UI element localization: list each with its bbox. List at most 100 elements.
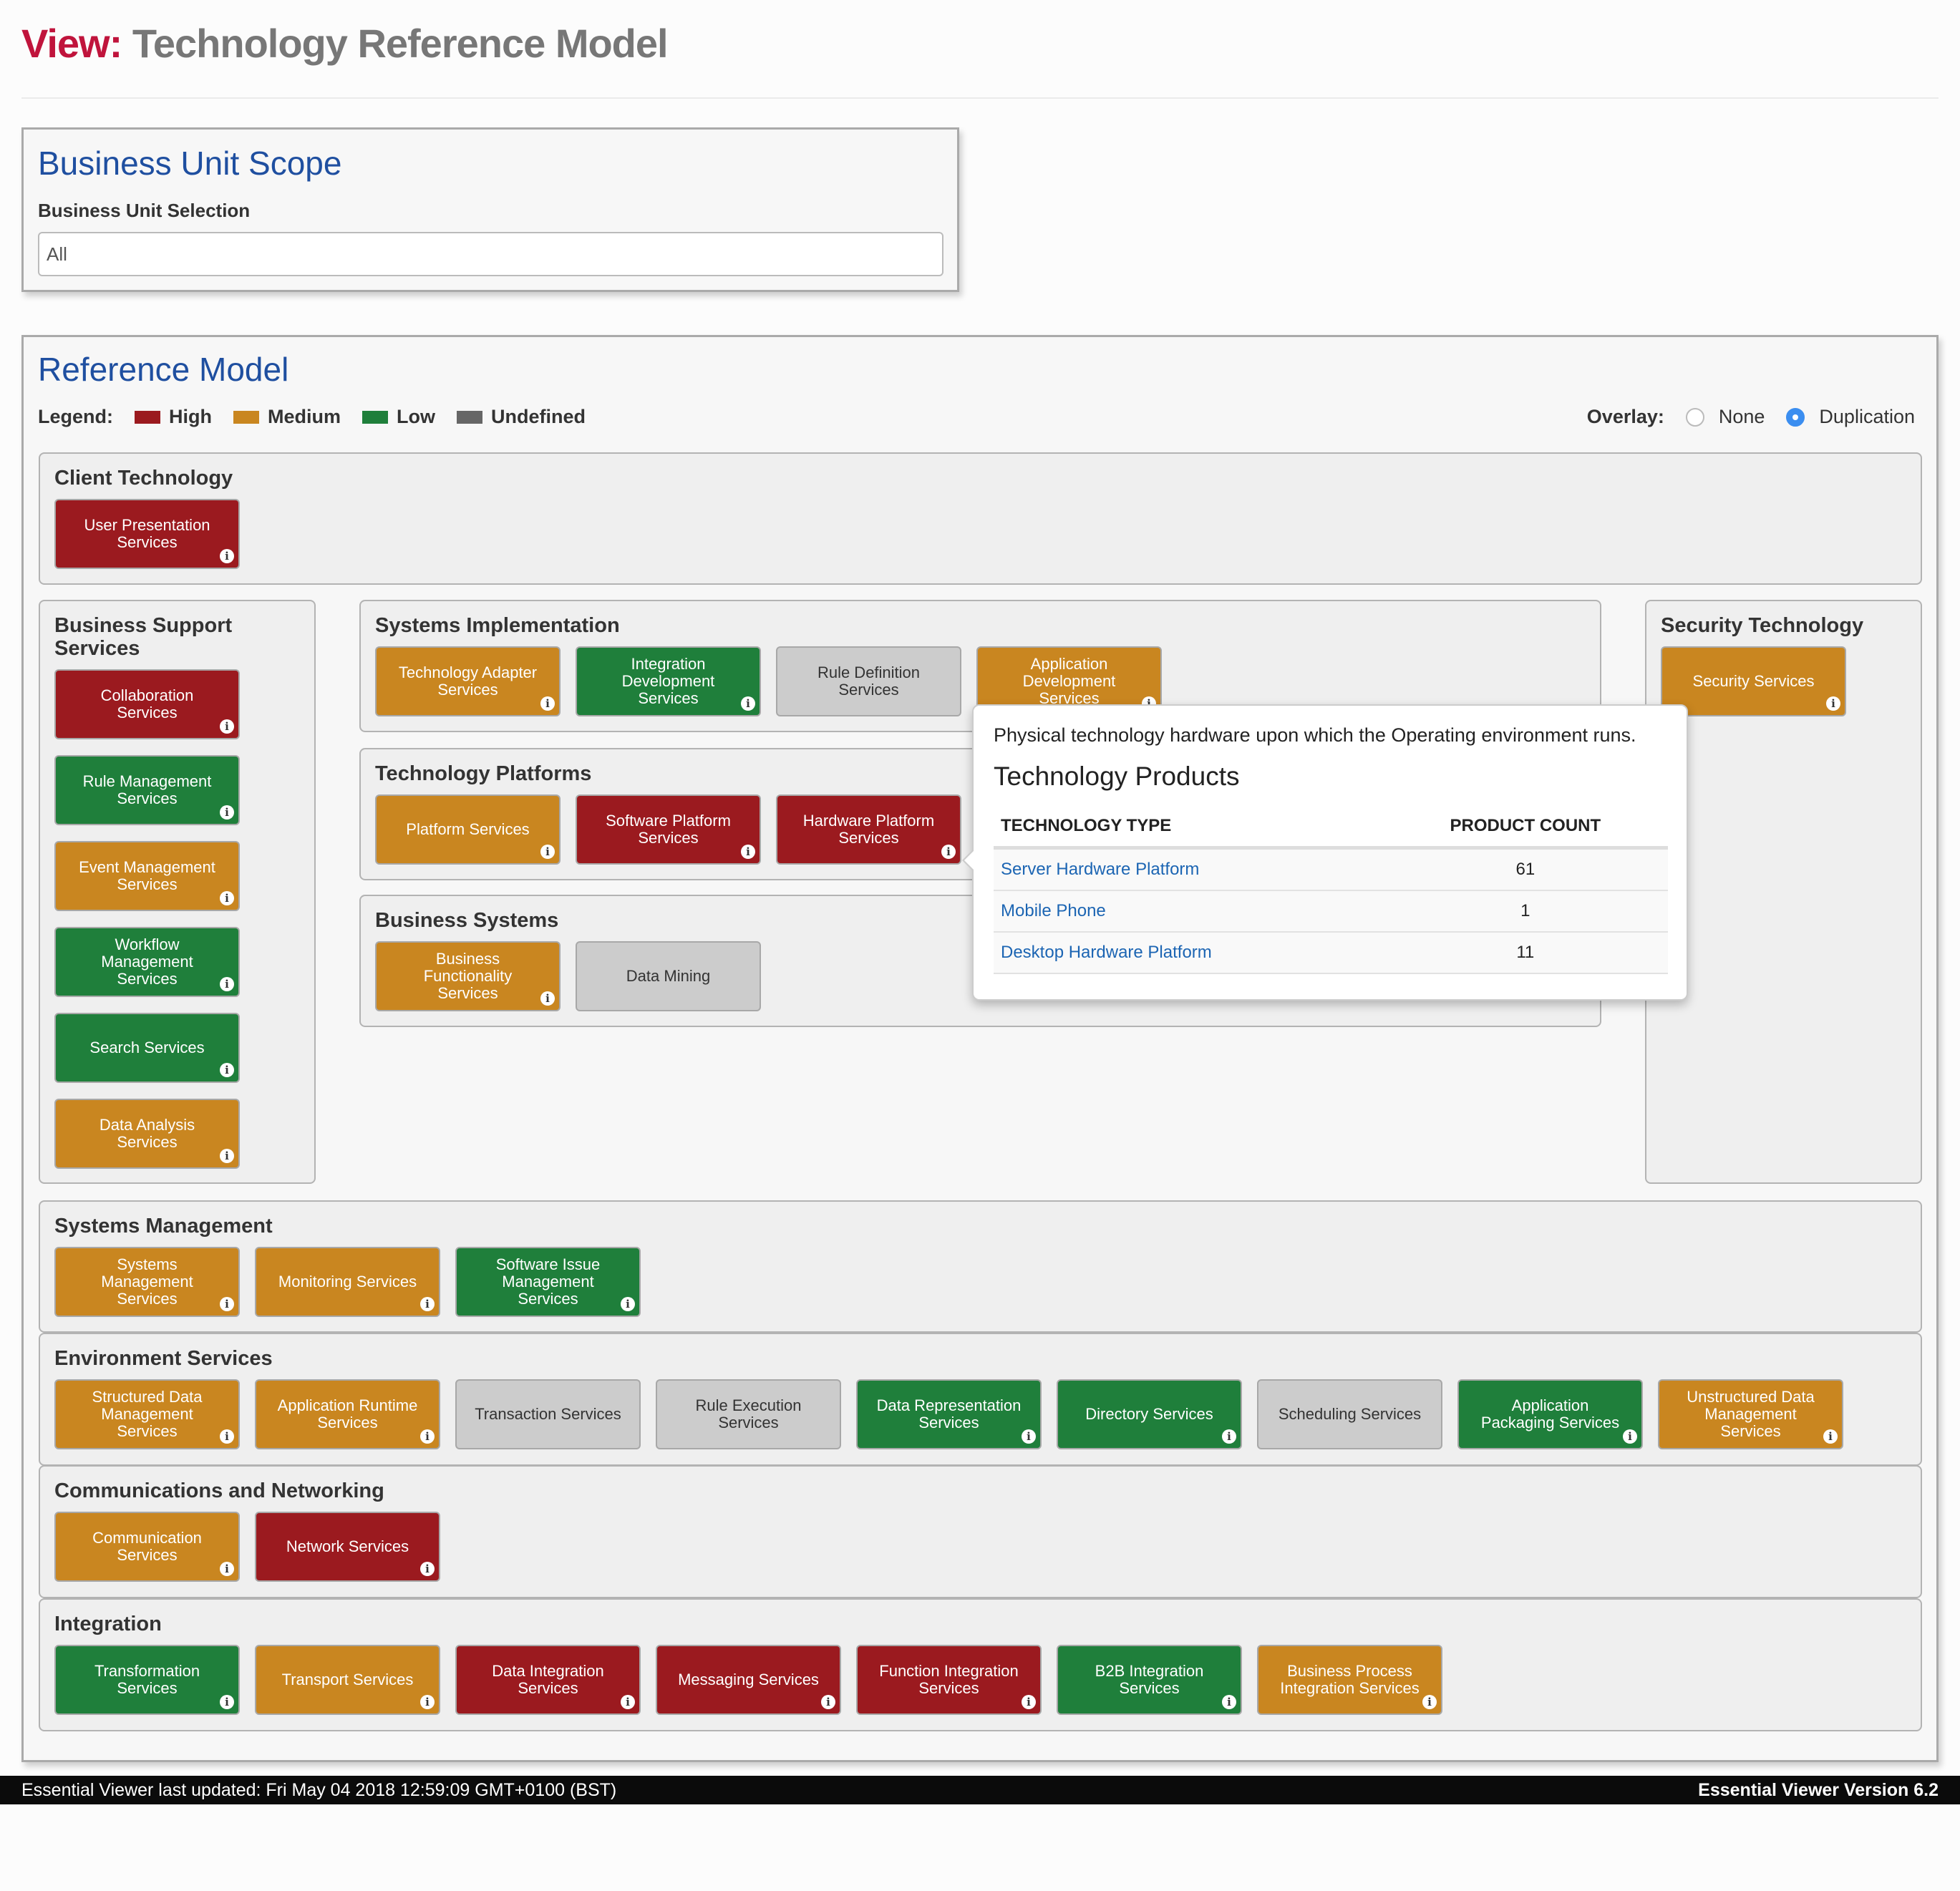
- service-tile[interactable]: Messaging Services i: [656, 1645, 841, 1715]
- info-circle-icon[interactable]: i: [220, 977, 234, 991]
- info-circle-icon[interactable]: i: [420, 1429, 435, 1444]
- service-tile[interactable]: Application Runtime Services i: [255, 1379, 440, 1449]
- service-tile[interactable]: Platform Services i: [375, 794, 561, 865]
- info-circle-icon[interactable]: i: [1022, 1429, 1036, 1444]
- technology-type-link[interactable]: Server Hardware Platform: [1001, 860, 1199, 879]
- info-circle-icon[interactable]: i: [1623, 1429, 1637, 1444]
- info-circle-icon[interactable]: i: [1826, 696, 1840, 711]
- technology-type-link[interactable]: Desktop Hardware Platform: [1001, 943, 1212, 962]
- service-tile-label: User Presentation Services: [84, 516, 210, 551]
- service-tile[interactable]: Search Services i: [54, 1013, 240, 1083]
- service-tile[interactable]: Software Issue Management Services i: [455, 1247, 641, 1317]
- service-tile[interactable]: Integration Development Services i: [576, 646, 761, 716]
- info-circle-icon[interactable]: i: [1823, 1429, 1838, 1444]
- service-tile[interactable]: Transformation Services i: [54, 1645, 240, 1715]
- service-tile[interactable]: Collaboration Services i: [54, 669, 240, 739]
- info-circle-icon[interactable]: i: [741, 845, 755, 859]
- info-circle-icon[interactable]: i: [540, 845, 555, 859]
- info-circle-icon[interactable]: i: [420, 1562, 435, 1576]
- service-tile[interactable]: Transaction Services: [455, 1379, 641, 1449]
- info-circle-icon[interactable]: i: [220, 1297, 234, 1311]
- service-tile[interactable]: Scheduling Services: [1257, 1379, 1442, 1449]
- info-circle-icon[interactable]: i: [220, 1149, 234, 1163]
- info-circle-icon[interactable]: i: [220, 1063, 234, 1077]
- info-circle-icon[interactable]: i: [941, 845, 956, 859]
- service-tile[interactable]: User Presentation Services i: [54, 499, 240, 569]
- service-tile[interactable]: Software Platform Services i: [576, 794, 761, 865]
- info-circle-icon[interactable]: i: [1022, 1695, 1036, 1709]
- business-unit-select[interactable]: All: [38, 232, 943, 276]
- info-circle-icon[interactable]: i: [540, 696, 555, 711]
- info-circle-icon[interactable]: i: [220, 1562, 234, 1576]
- service-tile[interactable]: Rule Execution Services: [656, 1379, 841, 1449]
- panel-client-technology: Client Technology User Presentation Servi…: [39, 452, 1922, 585]
- service-tile[interactable]: Monitoring Services i: [255, 1247, 440, 1317]
- service-tile-label: Data Analysis Services: [99, 1116, 195, 1151]
- service-tile-label: Software Issue Management Services: [495, 1255, 601, 1308]
- panel-title: Client Technology: [54, 467, 233, 490]
- service-tile-label: Transport Services: [281, 1671, 414, 1688]
- service-tile[interactable]: B2B Integration Services i: [1057, 1645, 1242, 1715]
- service-tile[interactable]: Event Management Services i: [54, 841, 240, 911]
- service-tile[interactable]: Transport Services i: [255, 1645, 440, 1715]
- service-tile[interactable]: Rule Management Services i: [54, 755, 240, 825]
- service-tile-label: Hardware Platform Services: [802, 812, 935, 847]
- info-circle-icon[interactable]: i: [220, 719, 234, 734]
- legend-swatch-undefined: [457, 410, 483, 424]
- info-circle-icon[interactable]: i: [420, 1695, 435, 1709]
- service-tile[interactable]: Rule Definition Services: [776, 646, 961, 716]
- radio-unselected-icon[interactable]: [1685, 407, 1704, 427]
- business-unit-selection-label: Business Unit Selection: [38, 200, 251, 221]
- service-tile[interactable]: Technology Adapter Services i: [375, 646, 561, 716]
- info-circle-icon[interactable]: i: [420, 1297, 435, 1311]
- overlay-option-none[interactable]: None: [1685, 406, 1765, 428]
- service-tile-label: Collaboration Services: [100, 686, 194, 721]
- info-circle-icon[interactable]: i: [821, 1695, 835, 1709]
- service-tile[interactable]: Business Functionality Services i: [375, 941, 561, 1011]
- service-tile[interactable]: Function Integration Services i: [856, 1645, 1042, 1715]
- radio-selected-icon[interactable]: [1786, 407, 1805, 427]
- service-tile[interactable]: Data Mining: [576, 941, 761, 1011]
- service-tile[interactable]: Business Process Integration Services i: [1257, 1645, 1442, 1715]
- overlay-option-duplication[interactable]: Duplication: [1786, 406, 1915, 428]
- service-tile[interactable]: Network Services i: [255, 1512, 440, 1582]
- info-circle-icon[interactable]: i: [220, 805, 234, 820]
- info-circle-icon[interactable]: i: [1422, 1695, 1437, 1709]
- service-tile[interactable]: Systems Management Services i: [54, 1247, 240, 1317]
- service-tile[interactable]: Directory Services i: [1057, 1379, 1242, 1449]
- info-circle-icon[interactable]: i: [1222, 1695, 1236, 1709]
- panel-title: Integration: [54, 1613, 162, 1635]
- service-tile[interactable]: Unstructured Data Management Services i: [1658, 1379, 1843, 1449]
- legend-high-label: High: [169, 406, 212, 427]
- service-tile-label: Function Integration Services: [879, 1662, 1019, 1697]
- service-tile[interactable]: Security Services i: [1661, 646, 1846, 716]
- service-tile-label: Communication Services: [92, 1529, 202, 1564]
- service-tile-label: Scheduling Services: [1278, 1405, 1422, 1423]
- legend-medium-label: Medium: [268, 406, 341, 427]
- service-tile[interactable]: Data Representation Services i: [856, 1379, 1042, 1449]
- legend-swatch-low: [362, 410, 389, 424]
- legend-label: Legend:: [38, 406, 113, 427]
- info-circle-icon[interactable]: i: [621, 1695, 635, 1709]
- header-divider: [21, 97, 1939, 99]
- info-circle-icon[interactable]: i: [220, 891, 234, 905]
- service-tile[interactable]: Communication Services i: [54, 1512, 240, 1582]
- info-circle-icon[interactable]: i: [741, 696, 755, 711]
- panel-communications-networking: Communications and Networking Communicati…: [39, 1465, 1922, 1598]
- service-tile[interactable]: Application Packaging Services i: [1457, 1379, 1643, 1449]
- product-count: 11: [1382, 932, 1668, 974]
- service-tile[interactable]: Workflow Management Services i: [54, 927, 240, 997]
- service-tile[interactable]: Data Integration Services i: [455, 1645, 641, 1715]
- service-tile[interactable]: Data Analysis Services i: [54, 1099, 240, 1169]
- info-circle-icon[interactable]: i: [621, 1297, 635, 1311]
- service-tile[interactable]: Structured Data Management Services i: [54, 1379, 240, 1449]
- info-circle-icon[interactable]: i: [220, 549, 234, 563]
- table-row: Mobile Phone 1: [994, 890, 1668, 933]
- info-circle-icon[interactable]: i: [540, 991, 555, 1006]
- legend-undefined-label: Undefined: [491, 406, 586, 427]
- service-tile[interactable]: Hardware Platform Services i: [776, 794, 961, 865]
- technology-type-link[interactable]: Mobile Phone: [1001, 901, 1106, 920]
- info-circle-icon[interactable]: i: [220, 1695, 234, 1709]
- info-circle-icon[interactable]: i: [220, 1429, 234, 1444]
- info-circle-icon[interactable]: i: [1222, 1429, 1236, 1444]
